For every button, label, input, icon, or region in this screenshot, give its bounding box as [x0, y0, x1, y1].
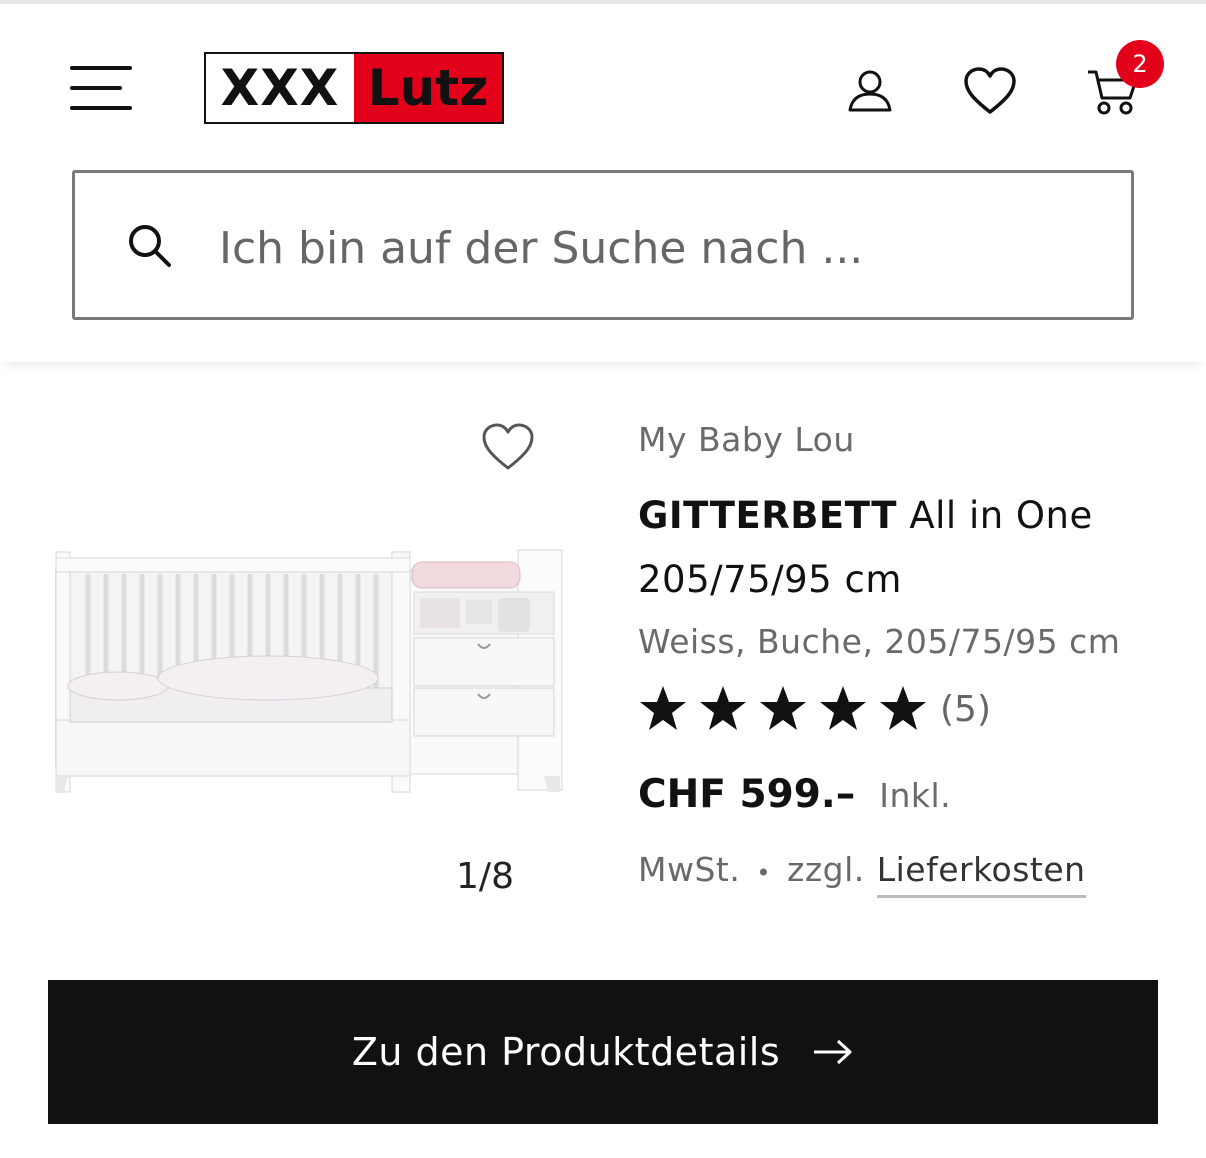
star-icon	[820, 686, 866, 730]
user-icon[interactable]	[842, 64, 898, 120]
tax-note-inkl: Inkl.	[879, 776, 952, 815]
menu-icon[interactable]	[70, 64, 134, 116]
product-image-crib[interactable]	[48, 540, 568, 800]
search-input[interactable]	[219, 203, 1099, 293]
cart-count-badge: 2	[1116, 40, 1164, 88]
shipping-prefix: zzgl.	[787, 850, 865, 889]
wishlist-heart-icon[interactable]	[480, 420, 536, 476]
product-title[interactable]: GITTERBETT All in One 205/75/95 cm	[638, 484, 1178, 612]
tax-note-mwst: MwSt.	[638, 850, 741, 889]
separator-dot: •	[756, 859, 771, 887]
star-icon	[700, 686, 746, 730]
product-details-button[interactable]: Zu den Produktdetails	[48, 980, 1158, 1124]
product-price: CHF 599.–	[638, 772, 856, 817]
site-header: XXX Lutz 2	[0, 4, 1206, 362]
tax-row: MwSt. • zzgl. Lieferkosten	[638, 850, 1086, 898]
image-counter: 1/8	[456, 856, 514, 897]
search-icon[interactable]	[125, 221, 175, 271]
star-icon	[880, 686, 926, 730]
product-title-category: GITTERBETT	[638, 494, 898, 537]
product-brand: My Baby Lou	[638, 420, 855, 459]
product-details-label: Zu den Produktdetails	[351, 1030, 781, 1074]
heart-icon[interactable]	[962, 64, 1018, 120]
xxxlutz-logo[interactable]: XXX Lutz	[204, 52, 504, 124]
star-icon	[640, 686, 686, 730]
rating[interactable]: (5)	[638, 684, 991, 734]
arrow-right-icon	[814, 1039, 852, 1065]
price-row: CHF 599.– Inkl.	[638, 772, 951, 817]
shipping-costs-link[interactable]: Lieferkosten	[876, 850, 1086, 898]
logo-text-xxx: XXX	[206, 54, 354, 122]
product-variant: Weiss, Buche, 205/75/95 cm	[638, 622, 1121, 661]
logo-text-lutz: Lutz	[354, 54, 502, 122]
star-icon	[760, 686, 806, 730]
search-bar[interactable]	[72, 170, 1134, 320]
review-count: (5)	[940, 688, 991, 730]
